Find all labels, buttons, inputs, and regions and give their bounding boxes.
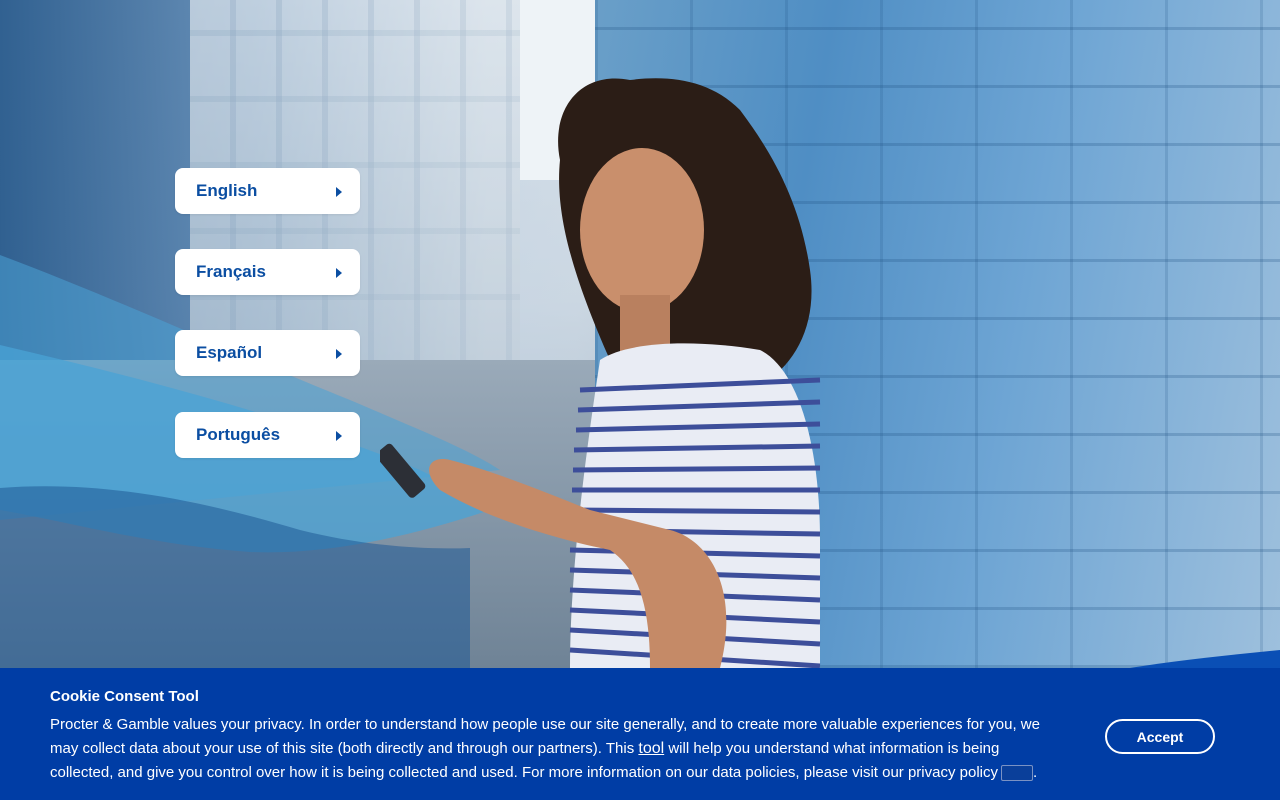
caret-right-icon <box>336 431 342 441</box>
language-french-label: Français <box>196 262 266 281</box>
cookie-consent-banner: Cookie Consent Tool Procter & Gamble val… <box>0 668 1280 800</box>
caret-right-icon <box>336 187 342 197</box>
language-english-label: English <box>196 181 258 200</box>
language-spanish-label: Español <box>196 343 263 362</box>
accept-cookies-button[interactable]: Accept <box>1105 719 1215 754</box>
privacy-policy-link[interactable] <box>1001 765 1033 782</box>
language-portuguese-button[interactable]: Português <box>175 412 360 458</box>
cookie-title: Cookie Consent Tool <box>50 688 199 705</box>
cookie-text-end: . <box>1033 764 1038 781</box>
language-spanish-button[interactable]: Español <box>175 330 360 376</box>
language-portuguese-label: Português <box>196 425 281 444</box>
caret-right-icon <box>336 268 342 278</box>
language-french-button[interactable]: Français <box>175 249 360 295</box>
cookie-description: Procter & Gamble values your privacy. In… <box>50 713 1060 785</box>
cookie-tool-link[interactable]: tool <box>638 740 664 757</box>
caret-right-icon <box>336 349 342 359</box>
woman-with-phone-photo <box>380 78 821 668</box>
language-english-button[interactable]: English <box>175 168 360 214</box>
